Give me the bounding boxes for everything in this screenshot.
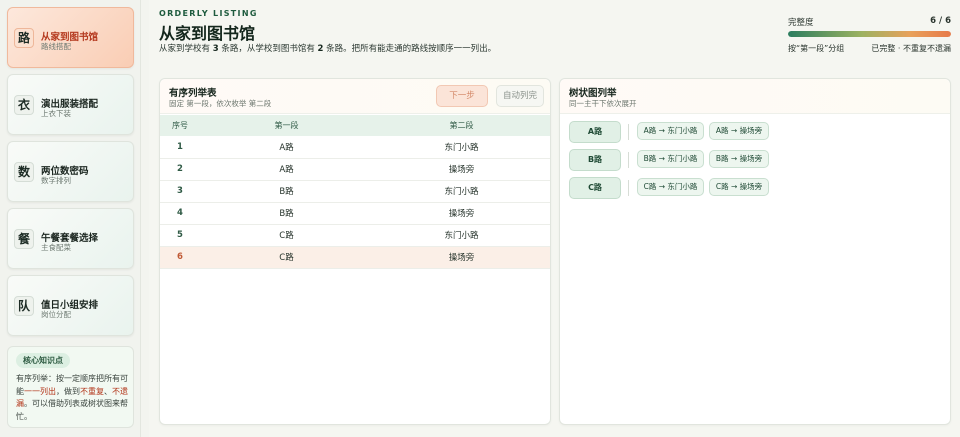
tree-connector — [628, 180, 629, 196]
row-index: 1 — [160, 136, 200, 159]
tree-panel-header: 树状图列举 同一主干下依次展开 — [560, 79, 950, 114]
row-second-leg: 操场旁 — [373, 202, 550, 225]
tree-connector — [628, 124, 629, 140]
table-row: 2 A路 操场旁 — [160, 158, 550, 181]
table-row: 5 C路 东门小路 — [160, 224, 550, 247]
row-second-leg: 东门小路 — [373, 136, 550, 159]
column-header-index: 序号 — [160, 115, 200, 136]
sidebar: 路 从家到图书馆 路线搭配 衣 演出服装搭配 上衣下装 数 两位数密码 数字排列… — [0, 0, 141, 437]
progress-count: 6 / 6 — [930, 16, 951, 26]
list-panel-header: 有序列举表 固定 第一段，依次枚举 第二段 下一步 自动列完 — [160, 79, 550, 114]
knowledge-card: 核心知识点 有序列举：按一定顺序把所有可能一一列出，做到不重复、不遗漏。可以借助… — [7, 346, 134, 428]
column-header-first-leg: 第一段 — [200, 115, 373, 136]
progress-group-note: 按“第一段”分组 — [788, 44, 845, 53]
lesson-icon: 餐 — [14, 229, 34, 249]
row-index: 4 — [160, 202, 200, 225]
lesson-icon: 衣 — [14, 95, 34, 115]
tree-root-node: C路 — [569, 177, 621, 199]
sidebar-item-duty-group[interactable]: 队 值日小组安排 岗位分配 — [7, 275, 134, 336]
tree-panel-title: 树状图列举 — [569, 88, 617, 99]
row-index: 3 — [160, 180, 200, 203]
progress-label: 完整度 — [788, 18, 814, 28]
tree-leaf-node: A路 → 东门小路 — [637, 122, 704, 140]
sidebar-item-two-digit-code[interactable]: 数 两位数密码 数字排列 — [7, 141, 134, 202]
tree-connector — [628, 152, 629, 168]
tree-root-node: B路 — [569, 149, 621, 171]
progress-status-note: 已完整 · 不重复不遗漏 — [871, 44, 951, 53]
lesson-icon: 路 — [14, 28, 34, 48]
list-panel: 有序列举表 固定 第一段，依次枚举 第二段 下一步 自动列完 序号 第一段 第二… — [159, 78, 551, 425]
progress-fill — [788, 31, 951, 37]
tree-root-node: A路 — [569, 121, 621, 143]
table-row: 1 A路 东门小路 — [160, 136, 550, 159]
tree-panel: 树状图列举 同一主干下依次展开 A路 A路 → 东门小路 A路 → 操场旁 B路… — [559, 78, 951, 425]
progress-bar — [788, 31, 951, 37]
table-row: 3 B路 东门小路 — [160, 180, 550, 203]
lesson-icon: 数 — [14, 162, 34, 182]
table-row-current: 6 C路 操场旁 — [160, 246, 550, 269]
row-second-leg: 东门小路 — [373, 180, 550, 203]
lesson-subtitle: 上衣下装 — [41, 109, 71, 118]
tree-leaf-node: C路 → 操场旁 — [709, 178, 769, 196]
tree-leaf-node: A路 → 操场旁 — [709, 122, 769, 140]
row-first-leg: A路 — [200, 158, 373, 181]
knowledge-title: 核心知识点 — [16, 353, 70, 368]
listing-table: 序号 第一段 第二段 1 A路 东门小路 2 A路 操场旁 3 B路 东门小路 — [160, 115, 550, 269]
page-description: 从家到学校有 3 条路，从学校到图书馆有 2 条路。把所有能走通的路线按顺序一一… — [159, 44, 497, 54]
row-second-leg: 操场旁 — [373, 158, 550, 181]
lesson-subtitle: 岗位分配 — [41, 310, 71, 319]
row-first-leg: C路 — [200, 224, 373, 247]
eyebrow-label: ORDERLY LISTING — [159, 9, 258, 18]
tree-leaf-node: C路 → 东门小路 — [637, 178, 704, 196]
tree-leaf-node: B路 → 东门小路 — [637, 150, 704, 168]
row-first-leg: B路 — [200, 180, 373, 203]
list-panel-subtitle: 固定 第一段，依次枚举 第二段 — [169, 99, 272, 108]
row-first-leg: B路 — [200, 202, 373, 225]
sidebar-item-library-route[interactable]: 路 从家到图书馆 路线搭配 — [7, 7, 134, 68]
row-second-leg: 操场旁 — [373, 246, 550, 269]
page-title: 从家到图书馆 — [159, 24, 256, 43]
lesson-subtitle: 路线搭配 — [41, 42, 71, 51]
lesson-subtitle: 主食配菜 — [41, 243, 71, 252]
row-index: 6 — [160, 246, 200, 269]
lesson-icon: 队 — [14, 296, 34, 316]
row-first-leg: A路 — [200, 136, 373, 159]
column-header-second-leg: 第二段 — [373, 115, 550, 136]
tree-panel-subtitle: 同一主干下依次展开 — [569, 99, 637, 108]
sidebar-item-lunch-set[interactable]: 餐 午餐套餐选择 主食配菜 — [7, 208, 134, 269]
auto-complete-button[interactable]: 自动列完 — [496, 85, 544, 107]
lesson-subtitle: 数字排列 — [41, 176, 71, 185]
sidebar-item-costume-matching[interactable]: 衣 演出服装搭配 上衣下装 — [7, 74, 134, 135]
knowledge-body: 有序列举：按一定顺序把所有可能一一列出，做到不重复、不遗漏。可以借助列表或树状图… — [16, 374, 128, 421]
next-step-button[interactable]: 下一步 — [436, 85, 488, 107]
row-index: 5 — [160, 224, 200, 247]
row-first-leg: C路 — [200, 246, 373, 269]
list-panel-title: 有序列举表 — [169, 88, 217, 99]
row-index: 2 — [160, 158, 200, 181]
table-header-row: 序号 第一段 第二段 — [160, 115, 550, 136]
tree-leaf-node: B路 → 操场旁 — [709, 150, 769, 168]
row-second-leg: 东门小路 — [373, 224, 550, 247]
table-row: 4 B路 操场旁 — [160, 202, 550, 225]
